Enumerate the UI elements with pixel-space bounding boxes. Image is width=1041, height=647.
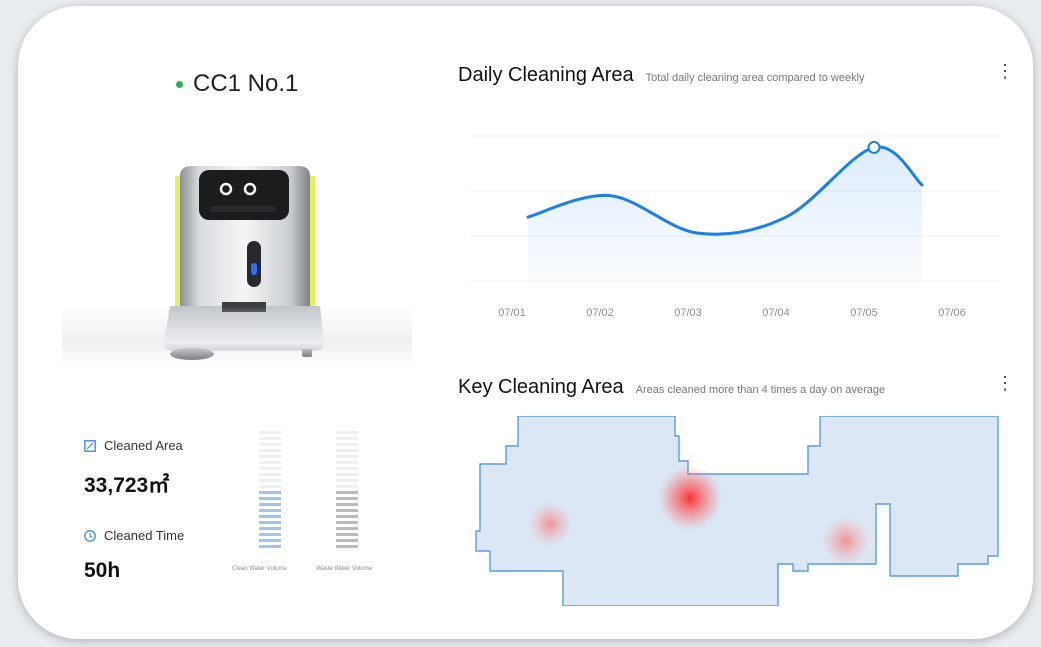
gauge-segment [259, 491, 281, 494]
key-cleaning-header: Key Cleaning Area Areas cleaned more tha… [458, 376, 885, 399]
hotspot [658, 466, 722, 530]
daily-cleaning-subtitle: Total daily cleaning area compared to we… [645, 72, 865, 84]
gauge-segment [336, 467, 358, 470]
cleaned-area-value: 33,723㎡ [84, 474, 170, 497]
gauge-segment [336, 431, 358, 434]
gauge-segment [336, 527, 358, 530]
gauge-segment [259, 545, 281, 548]
gauge-segment [336, 455, 358, 458]
daily-cleaning-chart: 07/01 07/02 07/03 07/04 07/05 07/06 [470, 135, 1000, 319]
daily-cleaning-header: Daily Cleaning Area Total daily cleaning… [458, 64, 865, 87]
x-tick-label: 07/02 [586, 307, 614, 319]
key-cleaning-map [475, 416, 999, 606]
gauge-segment [336, 545, 358, 548]
gauge-segment [336, 503, 358, 506]
gauge-segment [336, 491, 358, 494]
area-icon [84, 439, 96, 452]
x-tick-label: 07/05 [850, 307, 878, 319]
gauge-segment [336, 497, 358, 500]
dashboard-card: CC1 No.1 Cleaned Area 33,723㎡ Cleaned Ti… [18, 6, 1033, 639]
gauge-segment [259, 515, 281, 518]
key-cleaning-subtitle: Areas cleaned more than 4 times a day on… [635, 384, 886, 396]
gauge-segment [259, 461, 281, 464]
gauge-segment [259, 521, 281, 524]
gauge-segment [259, 539, 281, 542]
gauge-segment [336, 461, 358, 464]
cleaned-time-stat: Cleaned Time 50h [84, 528, 184, 583]
gauge-segment [336, 533, 358, 536]
key-cleaning-title: Key Cleaning Area [458, 376, 624, 398]
gauge-segment [336, 479, 358, 482]
gauge-segment [336, 515, 358, 518]
gauge-segment [259, 437, 281, 440]
gauge-segment [336, 521, 358, 524]
clean-water-gauge [259, 431, 281, 551]
highlight-point[interactable] [867, 140, 881, 154]
x-tick-label: 07/06 [938, 307, 966, 319]
waste-water-label: Waste Water Volume [316, 566, 372, 572]
gauge-segment [259, 473, 281, 476]
gauge-segment [259, 509, 281, 512]
gauge-segment [336, 443, 358, 446]
gauge-segment [259, 467, 281, 470]
gauge-segment [259, 485, 281, 488]
cleaned-time-label: Cleaned Time [104, 528, 185, 543]
clean-water-label: Clean Water Volume [232, 566, 287, 572]
daily-cleaning-title: Daily Cleaning Area [458, 64, 634, 86]
gauge-segment [259, 533, 281, 536]
device-title: CC1 No.1 [176, 70, 298, 98]
status-dot [176, 80, 183, 88]
gauge-segment [336, 473, 358, 476]
gauge-segment [336, 509, 358, 512]
hotspot [528, 502, 572, 546]
clock-icon [84, 529, 96, 542]
cleaned-area-stat: Cleaned Area 33,723㎡ [84, 438, 183, 499]
hotspot [822, 517, 870, 565]
gauge-segment [336, 485, 358, 488]
gauge-segment [336, 449, 358, 452]
cleaned-area-label: Cleaned Area [104, 438, 183, 453]
device-name: CC1 No.1 [193, 70, 299, 97]
gauge-segment [259, 497, 281, 500]
gauge-segment [259, 431, 281, 434]
gauge-segment [259, 443, 281, 446]
waste-water-gauge [336, 431, 358, 551]
more-vertical-icon[interactable]: ⋮ [996, 62, 1014, 80]
robot-image [62, 156, 412, 366]
x-tick-label: 07/01 [498, 307, 526, 319]
cleaned-time-value: 50h [84, 559, 121, 582]
more-vertical-icon[interactable]: ⋮ [996, 374, 1014, 392]
gauge-segment [259, 527, 281, 530]
x-tick-label: 07/03 [674, 307, 702, 319]
gauge-segment [259, 455, 281, 458]
gauge-segment [336, 539, 358, 542]
area-fill [528, 146, 922, 281]
gauge-segment [259, 479, 281, 482]
x-tick-label: 07/04 [762, 307, 790, 319]
gauge-segment [259, 449, 281, 452]
gauge-segment [336, 437, 358, 440]
gauge-segment [259, 503, 281, 506]
